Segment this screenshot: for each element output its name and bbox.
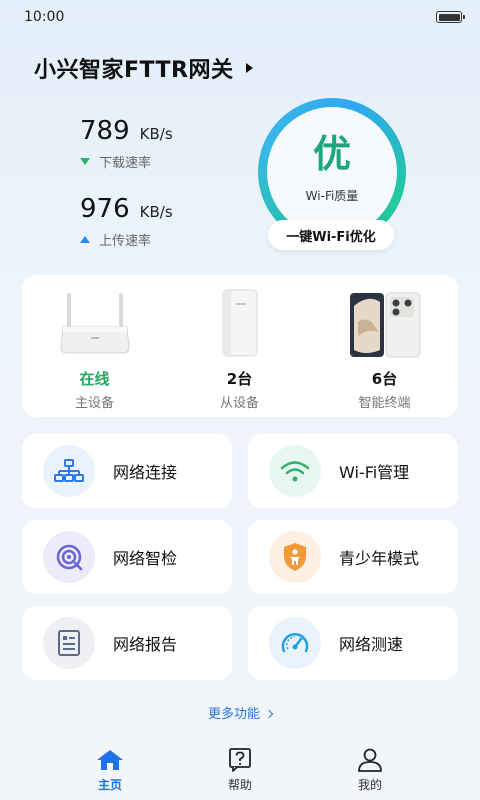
wifi-quality-grade: 优 — [312, 131, 351, 176]
router-icon — [59, 293, 130, 354]
sub-router-icon — [222, 289, 257, 357]
teen-mode-label: 青少年模式 — [339, 549, 420, 568]
upload-speed-value: 976 — [80, 194, 130, 224]
speed-test-label: 网络测速 — [339, 635, 404, 654]
wifi-quality-caption: Wi-Fi质量 — [305, 188, 359, 203]
chevron-right-icon — [264, 709, 274, 719]
sub-devices[interactable]: 2台 从设备 — [167, 275, 312, 417]
device-selector[interactable]: 小兴智家FTTR网关 — [34, 52, 253, 84]
help-icon — [229, 748, 251, 772]
speedometer-icon — [269, 617, 321, 669]
upload-speed-label: 上传速率 — [99, 234, 152, 249]
tab-home[interactable]: 主页 — [60, 740, 160, 800]
more-functions-label: 更多功能 — [207, 707, 260, 722]
tab-help[interactable]: 帮助 — [190, 740, 290, 800]
tab-help-label: 帮助 — [227, 778, 252, 792]
sub-devices-count: 2台 — [226, 370, 253, 388]
download-speed-unit: KB/s — [139, 125, 173, 143]
upload-speed-unit: KB/s — [139, 203, 173, 221]
status-bar: 10:00 — [0, 0, 480, 34]
devices-card: 在线 主设备 2台 从设备 6台 智能终端 — [22, 275, 458, 417]
speed-test-button[interactable]: 网络测速 — [248, 606, 458, 680]
home-icon — [97, 750, 123, 770]
download-arrow-icon — [80, 158, 90, 165]
main-device[interactable]: 在线 主设备 — [22, 275, 167, 417]
network-topology-icon — [43, 445, 95, 497]
caret-right-icon — [245, 63, 253, 73]
wifi-icon — [269, 445, 321, 497]
download-speed: 789 KB/s 下载速率 — [80, 116, 173, 171]
upload-arrow-icon — [80, 236, 90, 243]
wifi-management-label: Wi-Fi管理 — [339, 463, 410, 482]
smart-terminals-name: 智能终端 — [358, 396, 411, 411]
network-report-button[interactable]: 网络报告 — [22, 606, 232, 680]
main-device-name: 主设备 — [74, 396, 114, 411]
tab-profile-label: 我的 — [357, 778, 382, 792]
network-check-label: 网络智检 — [113, 549, 178, 568]
report-icon — [43, 617, 95, 669]
network-report-label: 网络报告 — [113, 635, 178, 654]
upload-speed: 976 KB/s 上传速率 — [80, 194, 173, 249]
network-check-button[interactable]: 网络智检 — [22, 520, 232, 594]
sub-devices-name: 从设备 — [219, 396, 259, 411]
device-title: 小兴智家FTTR网关 — [34, 58, 234, 83]
tab-home-label: 主页 — [97, 778, 122, 792]
tab-profile[interactable]: 我的 — [320, 740, 420, 800]
battery-icon — [436, 11, 465, 23]
profile-icon — [358, 748, 382, 772]
status-time: 10:00 — [24, 9, 65, 25]
teen-shield-icon — [269, 531, 321, 583]
main-device-status: 在线 — [79, 370, 110, 388]
phone-icon — [349, 292, 420, 358]
bottom-tab-bar: 主页 帮助 我的 — [0, 740, 480, 800]
more-functions-link[interactable]: 更多功能 — [0, 703, 480, 722]
wifi-management-button[interactable]: Wi-Fi管理 — [248, 434, 458, 508]
network-connection-button[interactable]: 网络连接 — [22, 434, 232, 508]
download-speed-value: 789 — [80, 116, 130, 146]
smart-terminals[interactable]: 6台 智能终端 — [312, 275, 457, 417]
download-speed-label: 下载速率 — [99, 156, 152, 171]
wifi-optimize-button[interactable]: 一键Wi-Fi优化 — [268, 220, 394, 250]
smart-terminals-count: 6台 — [371, 370, 398, 388]
network-connection-label: 网络连接 — [113, 463, 178, 482]
teen-mode-button[interactable]: 青少年模式 — [248, 520, 458, 594]
network-check-icon — [43, 531, 95, 583]
